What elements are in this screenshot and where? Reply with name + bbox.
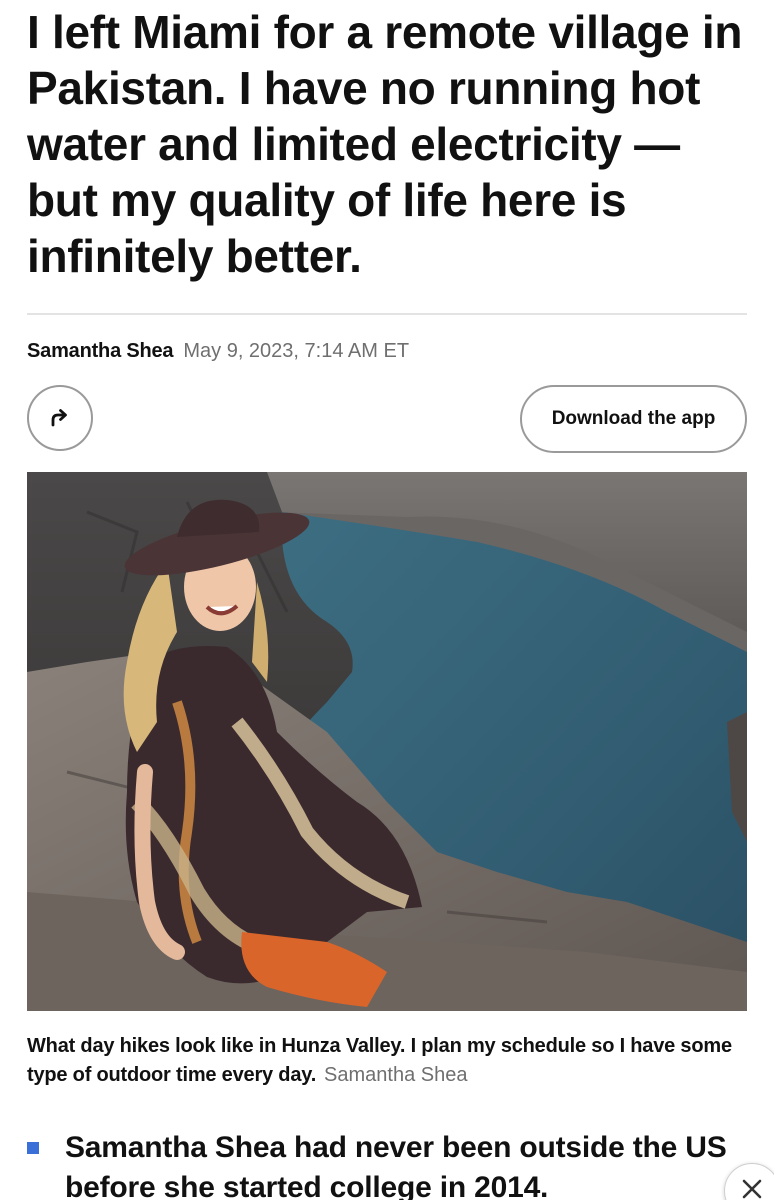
byline: Samantha Shea May 9, 2023, 7:14 AM ET (27, 339, 409, 363)
key-point-item: Samantha Shea had never been outside the… (27, 1128, 747, 1200)
key-points-list: Samantha Shea had never been outside the… (27, 1128, 747, 1200)
author-name[interactable]: Samantha Shea (27, 340, 174, 362)
key-point-text: Samantha Shea had never been outside the… (65, 1131, 727, 1200)
share-button[interactable] (27, 385, 93, 451)
article-photo[interactable] (27, 472, 747, 1011)
hunza-valley-photo (27, 472, 747, 1011)
article-page: I left Miami for a remote village in Pak… (0, 0, 774, 1200)
download-app-button[interactable]: Download the app (520, 385, 747, 453)
photo-caption: What day hikes look like in Hunza Valley… (27, 1032, 747, 1090)
share-arrow-icon (47, 405, 73, 431)
bullet-square-icon (27, 1142, 39, 1154)
publish-date: May 9, 2023, 7:14 AM ET (183, 340, 410, 362)
article-headline: I left Miami for a remote village in Pak… (27, 6, 743, 282)
close-icon (740, 1177, 764, 1200)
photo-credit: Samantha Shea (324, 1064, 468, 1086)
headline-divider (27, 313, 747, 315)
